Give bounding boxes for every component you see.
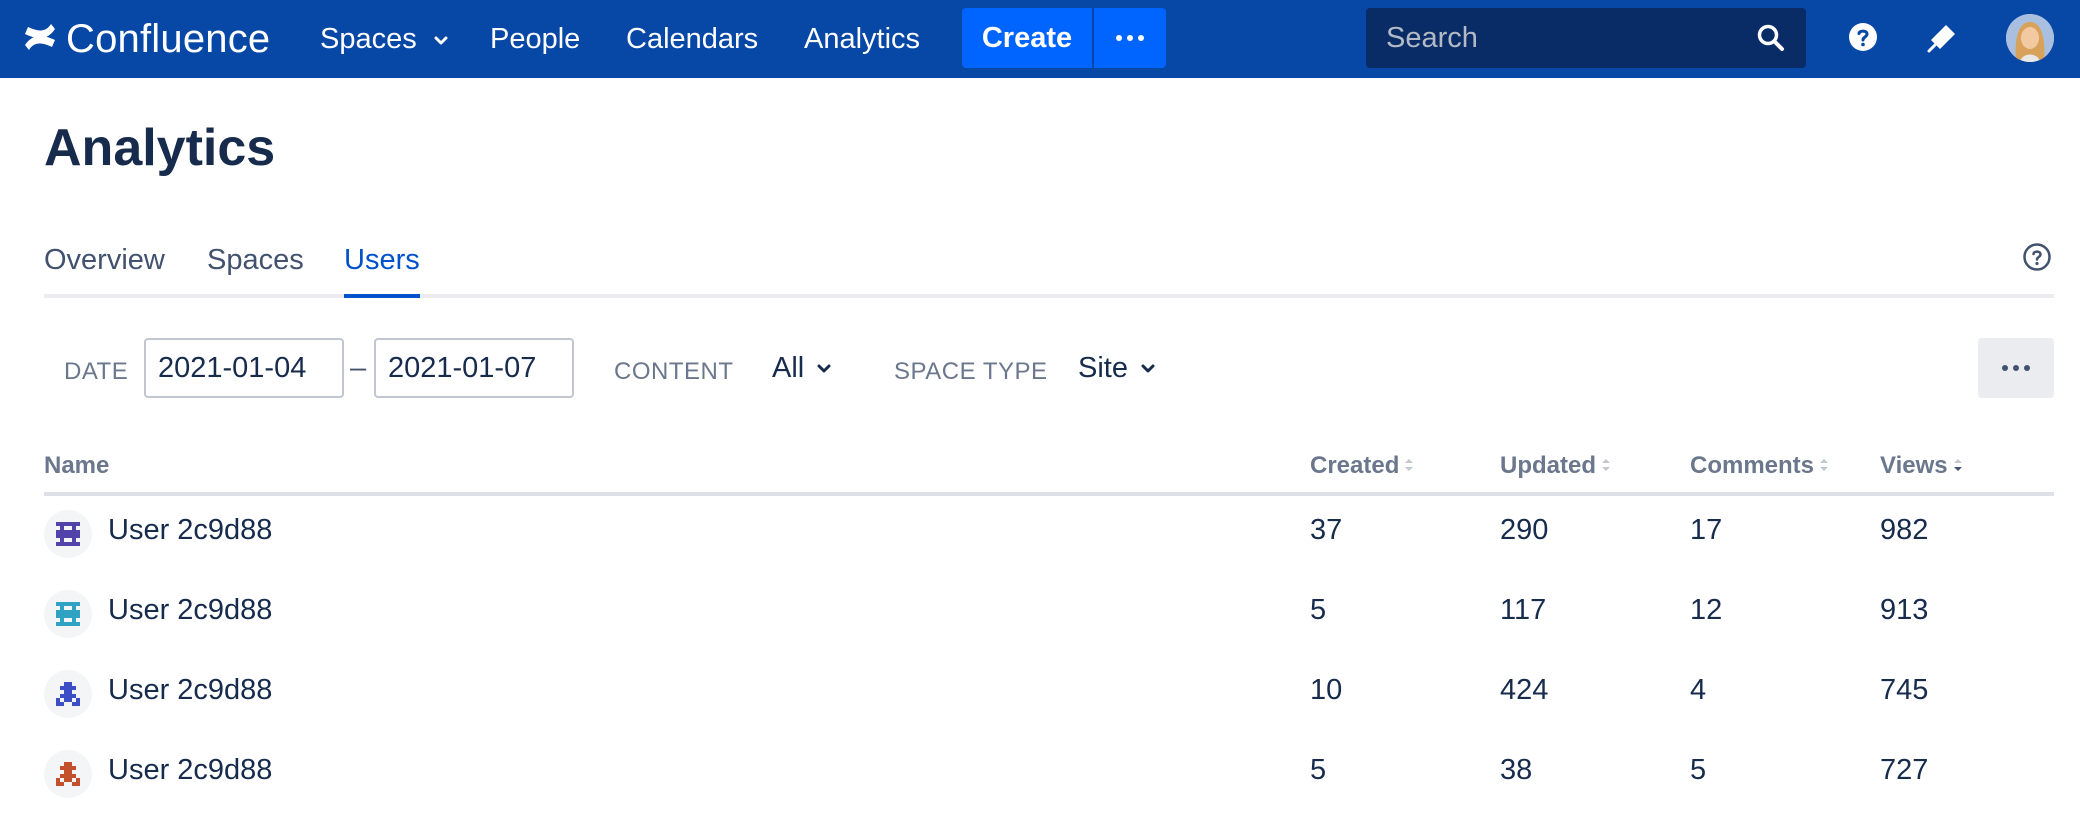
chevron-down-icon bbox=[1128, 352, 1156, 385]
created-count: 37 bbox=[1310, 514, 1343, 546]
column-header-updated[interactable]: Updated bbox=[1500, 452, 1611, 480]
create-button[interactable]: Create bbox=[962, 8, 1092, 68]
page-title: Analytics bbox=[44, 119, 276, 177]
column-header-label: Created bbox=[1310, 452, 1400, 479]
user-avatar-icon[interactable] bbox=[44, 510, 92, 558]
comments-count: 4 bbox=[1690, 674, 1707, 706]
comments-count: 17 bbox=[1690, 514, 1723, 546]
create-more-button[interactable] bbox=[1094, 8, 1166, 68]
user-name-link[interactable]: User 2c9d88 bbox=[108, 754, 272, 787]
space-type-select-value: Site bbox=[1078, 352, 1128, 384]
analytics-tabs: Overview Spaces Users bbox=[44, 238, 2054, 298]
content-select[interactable]: All bbox=[772, 352, 832, 385]
column-header-views[interactable]: Views bbox=[1880, 452, 1963, 480]
date-filter-label: DATE bbox=[64, 358, 129, 385]
views-count: 727 bbox=[1880, 754, 1929, 786]
sort-icon bbox=[1399, 452, 1414, 480]
content-filter-label: CONTENT bbox=[614, 358, 734, 385]
search-placeholder: Search bbox=[1386, 22, 1478, 54]
tab-overview[interactable]: Overview bbox=[44, 238, 165, 294]
nav-spaces-label: Spaces bbox=[320, 23, 417, 55]
chevron-down-icon bbox=[433, 17, 449, 63]
date-to-input[interactable]: 2021-01-07 bbox=[374, 338, 574, 398]
nav-analytics-link[interactable]: Analytics bbox=[804, 16, 920, 62]
updated-count: 38 bbox=[1500, 754, 1533, 786]
notification-icon[interactable] bbox=[1926, 20, 1960, 54]
table-row[interactable]: User 2c9d88 37 290 17 982 bbox=[44, 494, 2054, 574]
sort-icon bbox=[1596, 452, 1611, 480]
user-avatar-icon[interactable] bbox=[44, 750, 92, 798]
question-circle-icon[interactable] bbox=[2022, 242, 2052, 272]
views-count: 913 bbox=[1880, 594, 1929, 626]
tab-users[interactable]: Users bbox=[344, 238, 420, 298]
views-count: 982 bbox=[1880, 514, 1929, 546]
user-avatar-icon[interactable] bbox=[44, 670, 92, 718]
logo[interactable]: Confluence bbox=[22, 16, 270, 62]
table-row[interactable]: User 2c9d88 10 424 4 745 bbox=[44, 654, 2054, 734]
app-name: Confluence bbox=[66, 16, 271, 61]
table-row[interactable]: User 2c9d88 5 38 5 727 bbox=[44, 734, 2054, 814]
avatar[interactable] bbox=[2006, 14, 2054, 62]
nav-calendars-link[interactable]: Calendars bbox=[626, 16, 758, 62]
top-navigation: Confluence Spaces People Calendars Analy… bbox=[0, 0, 2080, 78]
column-header-label: Updated bbox=[1500, 452, 1596, 479]
comments-count: 12 bbox=[1690, 594, 1723, 626]
help-icon[interactable] bbox=[1848, 22, 1878, 52]
chevron-down-icon bbox=[804, 352, 832, 385]
nav-spaces-menu[interactable]: Spaces bbox=[320, 16, 449, 62]
sort-icon bbox=[1814, 452, 1829, 480]
more-options-button[interactable] bbox=[1978, 338, 2054, 398]
created-count: 5 bbox=[1310, 754, 1327, 786]
created-count: 5 bbox=[1310, 594, 1327, 626]
date-separator: – bbox=[350, 352, 367, 384]
column-header-name[interactable]: Name bbox=[44, 452, 109, 480]
space-type-select[interactable]: Site bbox=[1078, 352, 1156, 385]
user-name-link[interactable]: User 2c9d88 bbox=[108, 594, 272, 627]
comments-count: 5 bbox=[1690, 754, 1707, 786]
user-name-link[interactable]: User 2c9d88 bbox=[108, 674, 272, 707]
updated-count: 117 bbox=[1500, 594, 1547, 626]
space-type-filter-label: SPACE TYPE bbox=[894, 358, 1048, 385]
column-header-comments[interactable]: Comments bbox=[1690, 452, 1829, 480]
column-header-created[interactable]: Created bbox=[1310, 452, 1414, 480]
more-dots-icon bbox=[2002, 365, 2030, 371]
column-header-label: Name bbox=[44, 452, 110, 479]
sort-desc-icon bbox=[1948, 452, 1963, 480]
tab-spaces[interactable]: Spaces bbox=[207, 238, 304, 294]
updated-count: 424 bbox=[1500, 674, 1549, 706]
confluence-logo-icon bbox=[22, 19, 58, 60]
date-from-input[interactable]: 2021-01-04 bbox=[144, 338, 344, 398]
user-name-link[interactable]: User 2c9d88 bbox=[108, 514, 272, 547]
search-icon[interactable] bbox=[1756, 23, 1786, 53]
content-select-value: All bbox=[772, 352, 805, 384]
views-count: 745 bbox=[1880, 674, 1929, 706]
more-dots-icon bbox=[1116, 35, 1144, 41]
created-count: 10 bbox=[1310, 674, 1343, 706]
nav-people-link[interactable]: People bbox=[490, 16, 580, 62]
column-header-label: Comments bbox=[1690, 452, 1815, 479]
column-header-label: Views bbox=[1880, 452, 1948, 479]
user-avatar-icon[interactable] bbox=[44, 590, 92, 638]
updated-count: 290 bbox=[1500, 514, 1549, 546]
table-header: Name Created Updated Comments Views bbox=[44, 448, 2054, 496]
table-row[interactable]: User 2c9d88 5 117 12 913 bbox=[44, 574, 2054, 654]
search-input[interactable]: Search bbox=[1366, 8, 1806, 68]
